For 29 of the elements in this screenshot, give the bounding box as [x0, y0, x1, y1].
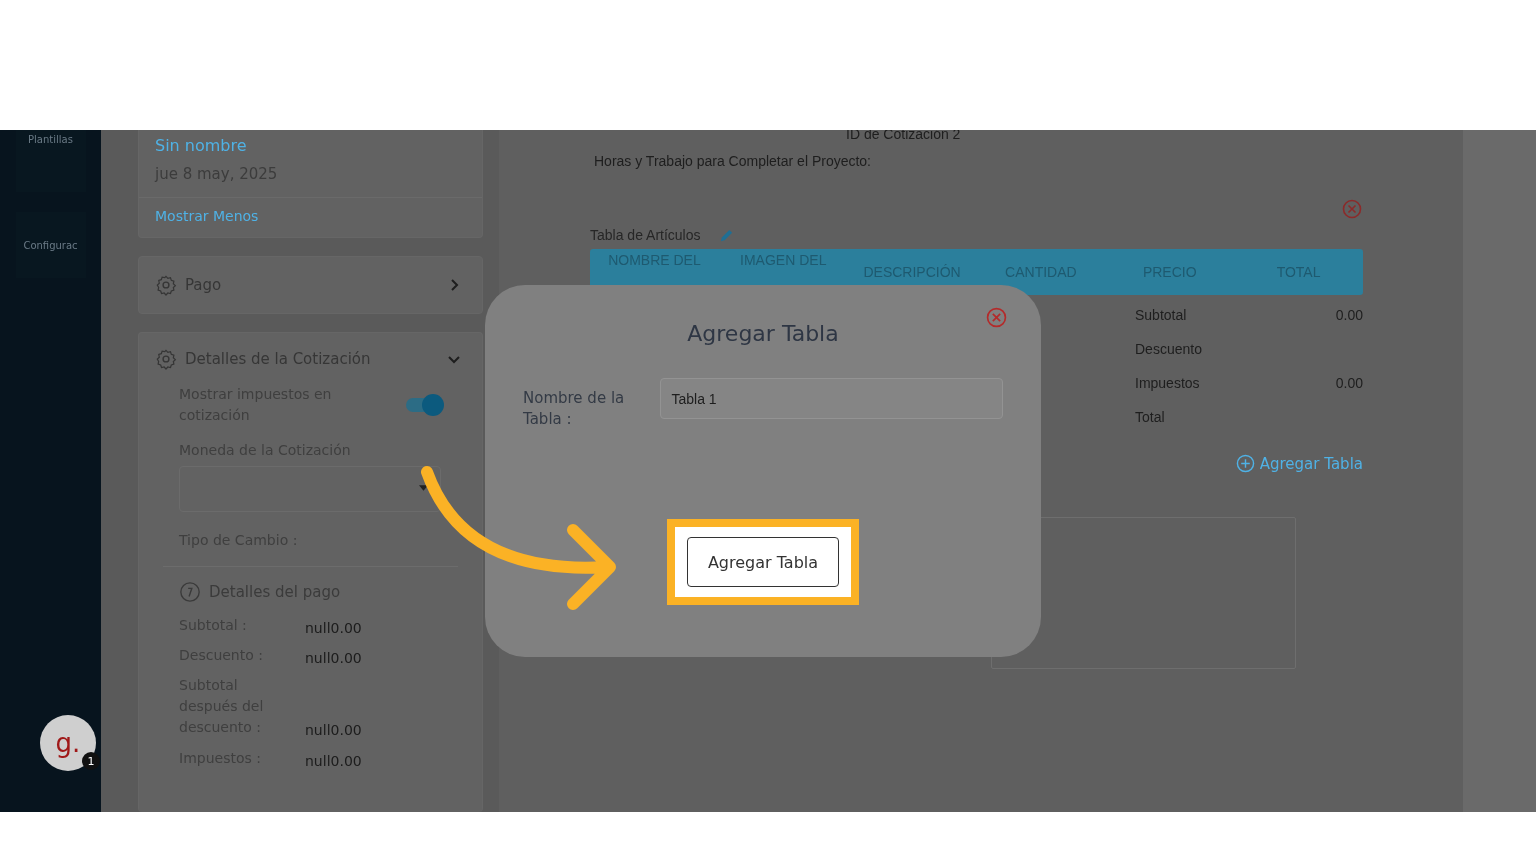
field-label: Nombre de la Tabla :: [523, 388, 626, 430]
detail-value: null0.00: [305, 753, 362, 769]
total-label: Subtotal: [1135, 307, 1187, 325]
hours-label: Horas y Trabajo para Completar el Proyecto:: [594, 153, 872, 169]
total-label: Impuestos: [1135, 375, 1200, 393]
info-icon: [179, 581, 201, 603]
settings-icon: [155, 274, 177, 296]
add-icon: [1235, 454, 1255, 473]
total-value: 0.00: [1335, 307, 1363, 325]
notification-badge: 1: [82, 752, 100, 770]
detail-value: null0.00: [305, 722, 362, 738]
currency-select[interactable]: [179, 466, 441, 512]
detail-value: null0.00: [305, 650, 362, 666]
show-less-link[interactable]: Mostrar Menos: [155, 208, 259, 224]
add-table-link[interactable]: Agregar Tabla: [1235, 454, 1363, 473]
detail-value: null0.00: [305, 620, 362, 636]
remove-icon[interactable]: [1342, 199, 1362, 219]
pencil-icon[interactable]: [718, 227, 734, 243]
add-table-button[interactable]: Agregar Tabla: [687, 537, 839, 587]
total-label: Total: [1135, 409, 1165, 427]
quote-name: Sin nombre: [155, 136, 248, 155]
caret-icon: [419, 485, 428, 491]
dialog-title: Agregar Tabla: [687, 321, 839, 346]
table-name-field[interactable]: Tabla 1: [660, 378, 1003, 419]
settings-icon: [155, 348, 177, 370]
close-icon[interactable]: [986, 307, 1007, 328]
total-label: Descuento: [1135, 341, 1202, 359]
total-value: 0.00: [1335, 375, 1363, 393]
table-title: Tabla de Artículos: [590, 227, 701, 243]
